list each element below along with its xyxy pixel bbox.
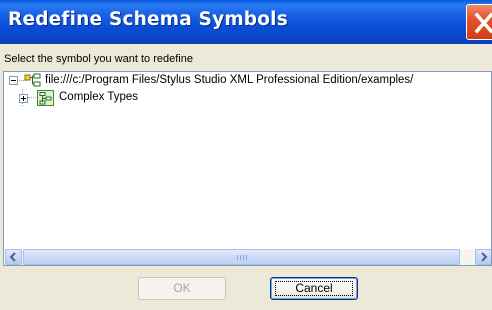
close-icon <box>474 12 492 34</box>
title-bar[interactable]: Redefine Schema Symbols <box>0 0 492 44</box>
tree-item-label: Complex Types <box>59 91 139 103</box>
cancel-button-label: Cancel <box>295 281 333 295</box>
scroll-right-button[interactable] <box>475 249 491 265</box>
instruction-label: Select the symbol you want to redefine <box>4 53 193 65</box>
dialog-body: Select the symbol you want to redefine f… <box>3 44 492 310</box>
cancel-button[interactable]: Cancel <box>270 277 358 300</box>
close-button[interactable] <box>466 4 492 40</box>
chevron-left-icon <box>9 252 16 262</box>
scroll-grip <box>237 255 247 260</box>
tree-item-complex-types[interactable]: Complex Types <box>8 90 208 106</box>
tree-item-schema-file[interactable]: file:///c:/Program Files/Stylus Studio X… <box>8 73 491 89</box>
scroll-thumb[interactable] <box>23 249 460 265</box>
expand-toggle[interactable] <box>19 94 28 103</box>
ok-button[interactable]: OK <box>138 277 226 300</box>
horizontal-scrollbar[interactable] <box>5 249 491 265</box>
chevron-right-icon <box>481 252 488 262</box>
symbol-tree[interactable]: file:///c:/Program Files/Stylus Studio X… <box>3 71 492 266</box>
redefine-schema-symbols-dialog: Redefine Schema Symbols Select the symbo… <box>0 0 492 310</box>
dialog-title: Redefine Schema Symbols <box>8 9 288 30</box>
tree-item-label: file:///c:/Program Files/Stylus Studio X… <box>45 74 414 86</box>
schema-icon <box>24 73 41 87</box>
scroll-left-button[interactable] <box>5 249 22 265</box>
collapse-toggle[interactable] <box>9 76 18 85</box>
complex-types-icon <box>37 90 54 106</box>
